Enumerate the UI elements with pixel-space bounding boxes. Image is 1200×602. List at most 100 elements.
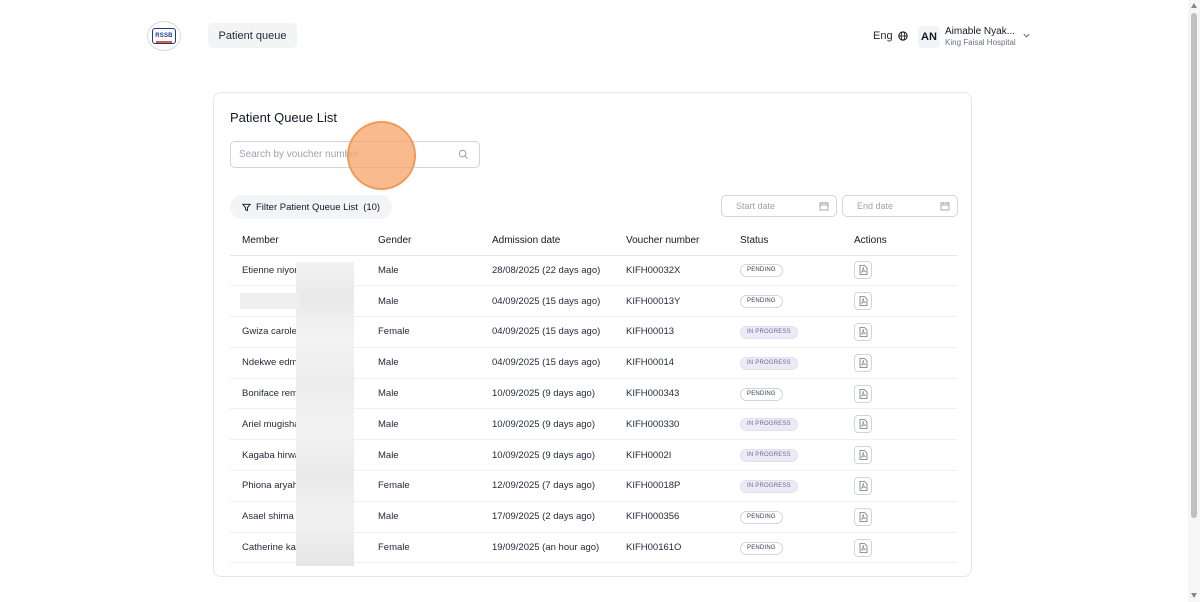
actions-cell	[842, 316, 957, 348]
view-pdf-button[interactable]	[854, 415, 872, 434]
voucher-number-cell: KIFH00013Y	[614, 285, 728, 318]
admission-date-cell: 10/09/2025 (9 days ago)	[480, 408, 614, 441]
pdf-document-icon	[859, 327, 867, 337]
view-pdf-button[interactable]	[854, 538, 872, 557]
status-badge: IN PROGRESS	[740, 479, 798, 493]
view-pdf-button[interactable]	[854, 322, 872, 341]
end-date-input[interactable]	[843, 196, 933, 216]
user-menu[interactable]: Aimable Nyak... King Faisal Hospital	[945, 26, 1016, 48]
actions-cell	[842, 501, 957, 533]
status-badge: PENDING	[740, 264, 783, 278]
gender-cell: Male	[366, 501, 480, 533]
admission-date-cell: 04/09/2025 (15 days ago)	[480, 347, 614, 379]
filter-button[interactable]: Filter Patient Queue List (10)	[230, 195, 393, 219]
pdf-document-icon	[859, 542, 867, 553]
admission-date-cell: 17/09/2025 (2 days ago)	[480, 501, 614, 533]
pdf-document-icon	[859, 265, 867, 276]
gender-cell: Male	[366, 347, 480, 379]
pdf-document-icon	[859, 419, 867, 430]
admission-date-cell: 04/09/2025 (15 days ago)	[480, 316, 614, 348]
voucher-number-cell: KIFH000356	[614, 501, 728, 533]
end-date-picker[interactable]	[842, 195, 958, 217]
language-label: Eng	[873, 30, 893, 42]
header-status[interactable]: Status	[728, 227, 842, 256]
voucher-number-cell: KIFH00161O	[614, 532, 728, 564]
scrollbar-thumb[interactable]	[1191, 13, 1197, 518]
page-title: Patient Queue List	[230, 110, 337, 125]
status-badge: PENDING	[740, 541, 783, 555]
voucher-number-cell: KIFH00032X	[614, 255, 728, 287]
admission-date-cell: 28/08/2025 (22 days ago)	[480, 255, 614, 287]
pdf-document-icon	[859, 388, 867, 399]
language-selector[interactable]: Eng	[873, 30, 908, 42]
status-badge: IN PROGRESS	[740, 356, 798, 370]
header-gender[interactable]: Gender	[366, 227, 480, 256]
actions-cell	[842, 285, 957, 318]
view-pdf-button[interactable]	[854, 292, 872, 311]
voucher-number-cell: KIFH000330	[614, 408, 728, 441]
start-date-input[interactable]	[722, 196, 812, 216]
actions-cell	[842, 347, 957, 379]
view-pdf-button[interactable]	[854, 446, 872, 465]
header-admission-date[interactable]: Admission date	[480, 227, 614, 256]
view-pdf-button[interactable]	[854, 353, 872, 372]
rssb-logo[interactable]: RSSB	[147, 21, 181, 51]
gender-cell: Male	[366, 439, 480, 472]
header-voucher-number[interactable]: Voucher number	[614, 227, 728, 256]
gender-cell: Female	[366, 316, 480, 348]
gender-cell: Male	[366, 378, 480, 410]
gender-cell: Male	[366, 255, 480, 287]
status-cell: PENDING	[728, 255, 842, 287]
header-member[interactable]: Member	[230, 227, 366, 256]
actions-cell	[842, 378, 957, 410]
pdf-document-icon	[859, 450, 867, 461]
privacy-blur	[296, 262, 354, 566]
status-badge: PENDING	[740, 295, 783, 309]
table-header-row: Member Gender Admission date Voucher num…	[230, 227, 957, 256]
search-icon[interactable]	[458, 149, 469, 160]
status-cell: PENDING	[728, 378, 842, 410]
status-badge: IN PROGRESS	[740, 418, 798, 432]
user-avatar[interactable]: AN	[918, 26, 940, 48]
admission-date-cell: 12/09/2025 (7 days ago)	[480, 470, 614, 502]
status-cell: PENDING	[728, 285, 842, 318]
status-cell: IN PROGRESS	[728, 439, 842, 472]
status-badge: IN PROGRESS	[740, 325, 798, 339]
admission-date-cell: 10/09/2025 (9 days ago)	[480, 439, 614, 472]
calendar-icon[interactable]	[940, 201, 950, 211]
status-cell: IN PROGRESS	[728, 408, 842, 441]
admission-date-cell: 04/09/2025 (15 days ago)	[480, 285, 614, 318]
scroll-down-arrow-icon[interactable]	[1191, 593, 1197, 598]
gender-cell: Male	[366, 285, 480, 318]
actions-cell	[842, 255, 957, 287]
chevron-down-icon[interactable]	[1022, 31, 1031, 40]
status-badge: PENDING	[740, 510, 783, 524]
filter-label: Filter Patient Queue List (10)	[256, 201, 381, 213]
page-scrollbar[interactable]	[1188, 0, 1200, 602]
view-pdf-button[interactable]	[854, 384, 872, 403]
view-pdf-button[interactable]	[854, 476, 872, 495]
voucher-number-cell: KIFH00018P	[614, 470, 728, 502]
filter-icon	[242, 203, 251, 211]
status-cell: PENDING	[728, 532, 842, 564]
scroll-up-arrow-icon[interactable]	[1191, 3, 1197, 8]
header-actions: Actions	[842, 227, 957, 256]
voucher-number-cell: KIFH00013	[614, 316, 728, 348]
view-pdf-button[interactable]	[854, 261, 872, 280]
status-cell: IN PROGRESS	[728, 470, 842, 502]
user-hospital: King Faisal Hospital	[945, 38, 1016, 47]
actions-cell	[842, 470, 957, 502]
calendar-icon[interactable]	[819, 201, 829, 211]
admission-date-cell: 19/09/2025 (an hour ago)	[480, 532, 614, 564]
start-date-picker[interactable]	[721, 195, 837, 217]
voucher-number-cell: KIFH000343	[614, 378, 728, 410]
pdf-document-icon	[859, 511, 867, 522]
view-pdf-button[interactable]	[854, 507, 872, 526]
nav-patient-queue-button[interactable]: Patient queue	[208, 23, 297, 48]
voucher-number-cell: KIFH0002I	[614, 439, 728, 472]
status-badge: IN PROGRESS	[740, 449, 798, 463]
logo-stripe	[156, 41, 172, 43]
voucher-number-cell: KIFH00014	[614, 347, 728, 379]
privacy-blur	[240, 293, 300, 309]
gender-cell: Female	[366, 532, 480, 564]
